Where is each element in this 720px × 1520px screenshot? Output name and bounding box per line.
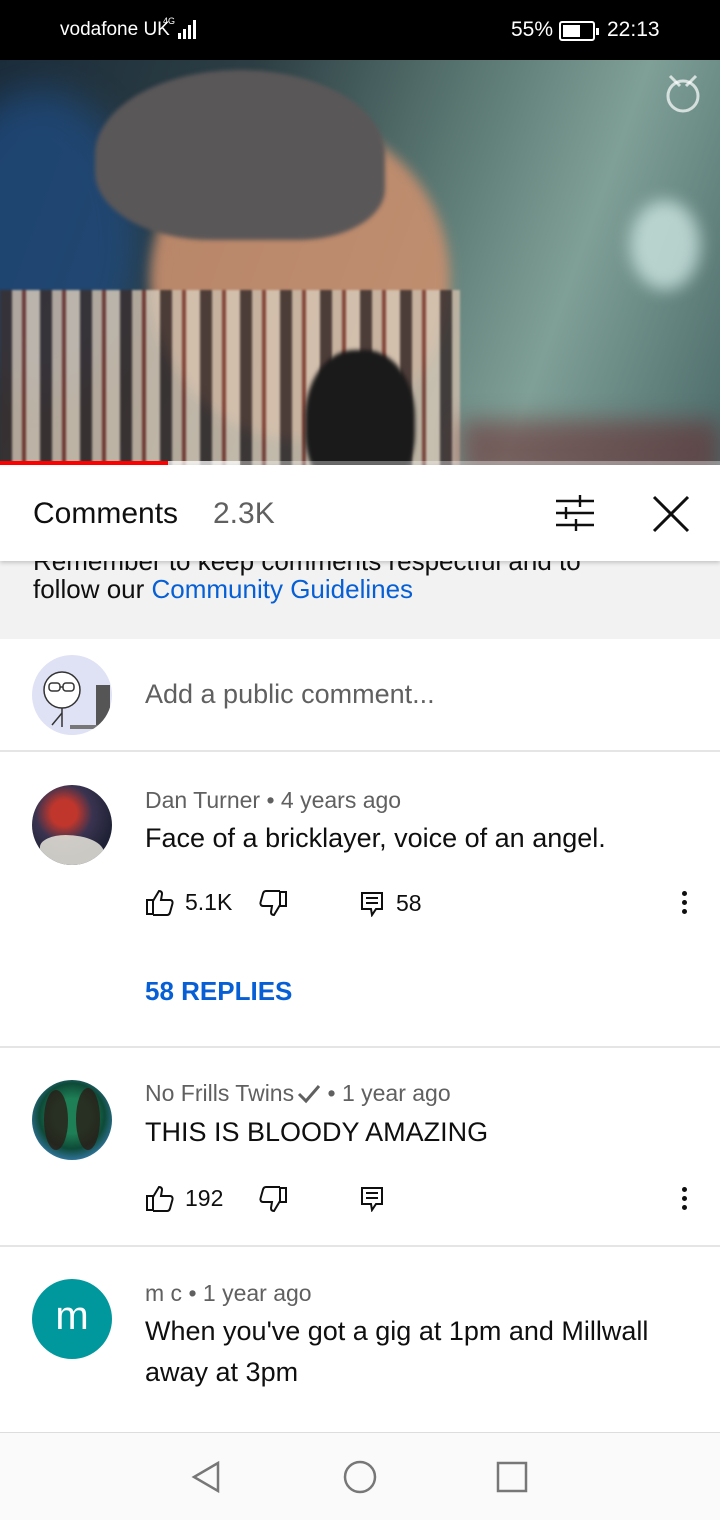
video-player[interactable]	[0, 60, 720, 465]
user-avatar-drawing-icon	[43, 671, 112, 729]
comments-header: Comments 2.3K	[0, 465, 720, 561]
microphone	[305, 350, 415, 465]
reply-comment-icon	[361, 1187, 383, 1212]
reply-button[interactable]	[360, 1186, 384, 1212]
more-options-icon[interactable]	[674, 888, 694, 918]
comment-text: Face of a bricklayer, voice of an angel.	[145, 823, 606, 853]
reply-comment-icon	[361, 891, 383, 917]
thumbs-down-icon	[259, 890, 287, 917]
thumbs-down-icon	[259, 1186, 287, 1213]
author-avatar[interactable]	[32, 1080, 112, 1160]
meta-separator: •	[266, 787, 275, 813]
comment-text: THIS IS BLOODY AMAZING	[145, 1117, 489, 1147]
author-avatar[interactable]: m	[32, 1279, 112, 1359]
comment-author[interactable]: Dan Turner	[145, 787, 260, 813]
comment-author[interactable]: No Frills Twins	[145, 1080, 294, 1106]
signal-icon	[178, 19, 200, 39]
system-navigation-bar	[0, 1432, 720, 1520]
verified-check-icon	[298, 1085, 321, 1104]
guidelines-prefix: follow our	[33, 574, 152, 604]
dislike-button[interactable]	[258, 890, 288, 918]
user-avatar	[32, 655, 112, 735]
comment-thread: No Frills Twins • 1 year ago THIS IS BLO…	[0, 1048, 720, 1247]
meta-separator: •	[327, 1080, 336, 1106]
back-icon[interactable]	[186, 1457, 226, 1497]
comments-title: Comments	[33, 497, 179, 530]
comment-time: 1 year ago	[202, 1280, 312, 1306]
more-options-icon[interactable]	[674, 1184, 694, 1214]
recents-icon[interactable]	[492, 1457, 532, 1497]
home-icon[interactable]	[340, 1457, 380, 1497]
author-avatar[interactable]	[32, 785, 112, 865]
comment-thread: m m c • 1 year ago When you've got a gig…	[0, 1247, 720, 1437]
add-comment-row[interactable]	[0, 639, 720, 752]
avatar-letter: m	[55, 1293, 89, 1338]
like-count: 5.1K	[185, 888, 233, 915]
clock: 22:13	[607, 18, 660, 41]
community-guidelines-link[interactable]: Community Guidelines	[152, 574, 414, 604]
meta-separator: •	[188, 1280, 197, 1306]
comment-time: 1 year ago	[341, 1080, 451, 1106]
dislike-button[interactable]	[258, 1186, 288, 1214]
battery-percent: 55%	[511, 18, 554, 41]
community-guidelines-banner: Remember to keep comments respectful and…	[0, 561, 720, 639]
comment-meta: Dan Turner • 4 years ago	[145, 787, 401, 814]
comments-count: 2.3K	[213, 497, 275, 530]
network-type: 4G	[163, 16, 176, 26]
thumbs-up-icon	[146, 889, 174, 916]
like-count: 192	[185, 1184, 224, 1211]
view-replies-button[interactable]: 58 REPLIES	[145, 976, 292, 1007]
guidelines-text: follow our Community Guidelines	[33, 574, 413, 605]
status-bar: vodafone UK 4G 55% 22:13	[0, 0, 720, 60]
carrier-name: vodafone UK	[60, 19, 170, 40]
comment-text: When you've got a gig at 1pm and Millwal…	[145, 1316, 649, 1387]
like-button[interactable]: 5.1K	[145, 888, 232, 916]
reply-button[interactable]: 58	[360, 890, 422, 917]
channel-logo-icon	[666, 74, 700, 113]
sort-filter-icon[interactable]	[552, 493, 598, 533]
performer-cap	[95, 70, 385, 240]
comment-author[interactable]: m c	[145, 1280, 182, 1306]
thumbs-up-icon	[146, 1185, 174, 1212]
comment-meta: m c • 1 year ago	[145, 1280, 312, 1307]
battery-icon	[559, 21, 599, 41]
close-icon[interactable]	[650, 493, 692, 535]
like-button[interactable]: 192	[145, 1184, 223, 1212]
add-comment-input[interactable]	[145, 679, 665, 710]
comment-meta: No Frills Twins • 1 year ago	[145, 1080, 451, 1107]
comment-time: 4 years ago	[280, 787, 402, 813]
comment-thread: Dan Turner • 4 years ago Face of a brick…	[0, 752, 720, 1048]
reply-count: 58	[396, 890, 422, 916]
